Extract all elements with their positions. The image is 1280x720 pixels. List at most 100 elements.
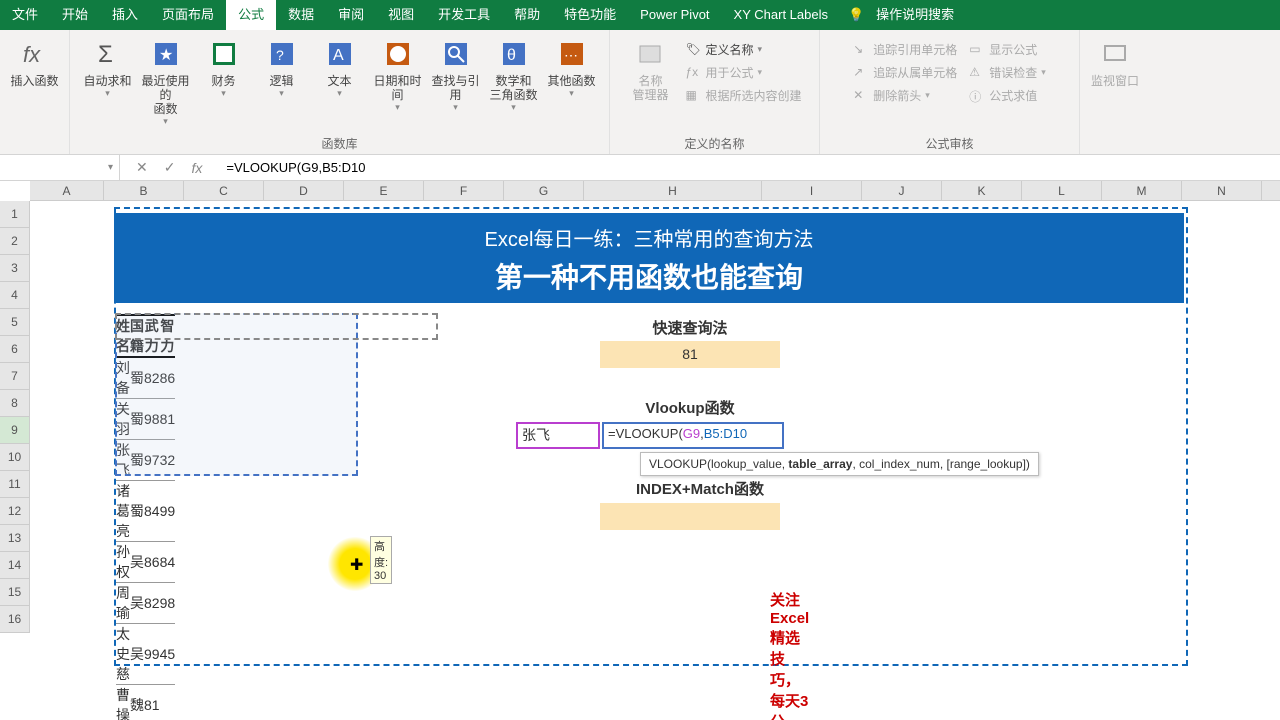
table-cell[interactable]: 99 xyxy=(160,481,176,542)
table-cell[interactable]: 魏 xyxy=(130,685,144,720)
table-cell[interactable]: 86 xyxy=(144,542,160,583)
menu-formulas[interactable]: 公式 xyxy=(226,0,276,30)
row-header-6[interactable]: 6 xyxy=(0,336,30,363)
row-header-9[interactable]: 9 xyxy=(0,417,30,444)
col-header-E[interactable]: E xyxy=(344,181,424,200)
remove-arrows-button[interactable]: ✕删除箭头 ▾ xyxy=(849,84,961,107)
datetime-button[interactable]: 日期和时间▾ xyxy=(369,34,427,131)
quick-lookup-value[interactable]: 81 xyxy=(600,341,780,368)
table-cell[interactable]: 81 xyxy=(144,685,160,720)
create-from-sel-button[interactable]: ▦根据所选内容创建 xyxy=(681,84,805,107)
col-header-I[interactable]: I xyxy=(762,181,862,200)
chevron-down-icon[interactable]: ▾ xyxy=(108,162,113,173)
row-header-10[interactable]: 10 xyxy=(0,444,30,471)
name-manager-button[interactable]: 名称 管理器 xyxy=(621,34,679,111)
row-header-15[interactable]: 15 xyxy=(0,579,30,606)
show-formulas-button[interactable]: ▭显示公式 xyxy=(965,38,1050,61)
table-cell[interactable]: 45 xyxy=(160,624,176,685)
function-tooltip[interactable]: VLOOKUP(lookup_value, table_array, col_i… xyxy=(640,452,1039,476)
row-header-11[interactable]: 11 xyxy=(0,471,30,498)
menu-layout[interactable]: 页面布局 xyxy=(150,0,226,30)
table-cell[interactable]: 关羽 xyxy=(116,399,130,440)
cancel-icon[interactable]: ✕ xyxy=(136,159,148,176)
col-header-D[interactable]: D xyxy=(264,181,344,200)
fx-icon[interactable]: fx xyxy=(191,160,202,176)
more-fn-button[interactable]: ⋯其他函数▾ xyxy=(543,34,601,131)
data-table[interactable]: 姓名国籍武力智力刘备蜀8286关羽蜀9881张飞蜀9732诸葛亮蜀8499孙权吴… xyxy=(116,314,175,720)
table-cell[interactable]: 曹操 xyxy=(116,685,130,720)
col-header-G[interactable]: G xyxy=(504,181,584,200)
table-cell[interactable]: 刘备 xyxy=(116,357,130,399)
table-cell[interactable]: 82 xyxy=(144,583,160,624)
table-cell[interactable]: 蜀 xyxy=(130,440,144,481)
table-cell[interactable]: 太史慈 xyxy=(116,624,130,685)
formula-input[interactable]: =VLOOKUP(G9,B5:D10 xyxy=(218,160,1280,175)
worksheet-grid[interactable]: ABCDEFGHIJKLMN 12345678910111213141516 E… xyxy=(0,181,1280,720)
table-cell[interactable]: 81 xyxy=(160,399,176,440)
menu-insert[interactable]: 插入 xyxy=(100,0,150,30)
table-cell[interactable]: 吴 xyxy=(130,542,144,583)
confirm-icon[interactable]: ✓ xyxy=(164,159,176,176)
table-cell[interactable]: 周瑜 xyxy=(116,583,130,624)
math-button[interactable]: θ数学和 三角函数▾ xyxy=(485,34,543,131)
table-cell[interactable]: 97 xyxy=(144,440,160,481)
table-cell[interactable]: 99 xyxy=(144,624,160,685)
col-header-H[interactable]: H xyxy=(584,181,762,200)
row-header-14[interactable]: 14 xyxy=(0,552,30,579)
insert-function-button[interactable]: fx 插入函数 xyxy=(6,34,64,92)
col-header-J[interactable]: J xyxy=(862,181,942,200)
row-header-3[interactable]: 3 xyxy=(0,255,30,282)
row-header-8[interactable]: 8 xyxy=(0,390,30,417)
table-cell[interactable]: 蜀 xyxy=(130,481,144,542)
error-check-button[interactable]: ⚠错误检查 ▾ xyxy=(965,61,1050,84)
table-cell[interactable]: 86 xyxy=(160,357,176,399)
recent-fn-button[interactable]: ★最近使用的 函数▾ xyxy=(137,34,195,131)
row-header-1[interactable]: 1 xyxy=(0,201,30,228)
autosum-button[interactable]: Σ自动求和▾ xyxy=(79,34,137,131)
table-header[interactable]: 智力 xyxy=(160,315,176,357)
cell-g9[interactable]: 张飞 xyxy=(516,422,600,449)
table-cell[interactable]: 诸葛亮 xyxy=(116,481,130,542)
menu-file[interactable]: 文件 xyxy=(0,0,50,30)
table-cell[interactable]: 蜀 xyxy=(130,399,144,440)
menu-help[interactable]: 帮助 xyxy=(502,0,552,30)
row-header-5[interactable]: 5 xyxy=(0,309,30,336)
table-cell[interactable]: 吴 xyxy=(130,583,144,624)
financial-button[interactable]: 财务▾ xyxy=(195,34,253,131)
watch-window-button[interactable]: 监视窗口 xyxy=(1086,34,1144,92)
col-header-L[interactable]: L xyxy=(1022,181,1102,200)
tell-me-search[interactable]: 操作说明搜索 xyxy=(864,0,966,30)
define-name-button[interactable]: 🏷定义名称 ▾ xyxy=(681,38,805,61)
menu-powerpivot[interactable]: Power Pivot xyxy=(628,0,721,30)
table-cell[interactable]: 84 xyxy=(144,481,160,542)
index-match-value[interactable] xyxy=(600,503,780,530)
table-header[interactable]: 武力 xyxy=(144,315,160,357)
table-cell[interactable]: 吴 xyxy=(130,624,144,685)
row-header-4[interactable]: 4 xyxy=(0,282,30,309)
menu-dev[interactable]: 开发工具 xyxy=(426,0,502,30)
use-formula-button[interactable]: ƒx用于公式 ▾ xyxy=(681,61,805,84)
table-cell[interactable]: 孙权 xyxy=(116,542,130,583)
logical-button[interactable]: ?逻辑▾ xyxy=(253,34,311,131)
col-header-F[interactable]: F xyxy=(424,181,504,200)
table-cell[interactable]: 84 xyxy=(160,542,176,583)
col-header-A[interactable]: A xyxy=(30,181,104,200)
table-cell[interactable]: 蜀 xyxy=(130,357,144,399)
menu-features[interactable]: 特色功能 xyxy=(552,0,628,30)
menu-review[interactable]: 审阅 xyxy=(326,0,376,30)
row-header-12[interactable]: 12 xyxy=(0,498,30,525)
table-cell[interactable]: 98 xyxy=(144,399,160,440)
menu-home[interactable]: 开始 xyxy=(50,0,100,30)
lookup-button[interactable]: 查找与引用▾ xyxy=(427,34,485,131)
row-header-2[interactable]: 2 xyxy=(0,228,30,255)
menu-xychart[interactable]: XY Chart Labels xyxy=(722,0,840,30)
table-cell[interactable]: 98 xyxy=(160,583,176,624)
col-header-B[interactable]: B xyxy=(104,181,184,200)
table-header[interactable]: 姓名 xyxy=(116,315,130,357)
col-header-C[interactable]: C xyxy=(184,181,264,200)
row-header-7[interactable]: 7 xyxy=(0,363,30,390)
table-cell[interactable]: 32 xyxy=(160,440,176,481)
col-header-M[interactable]: M xyxy=(1102,181,1182,200)
table-cell[interactable]: 82 xyxy=(144,357,160,399)
col-header-K[interactable]: K xyxy=(942,181,1022,200)
